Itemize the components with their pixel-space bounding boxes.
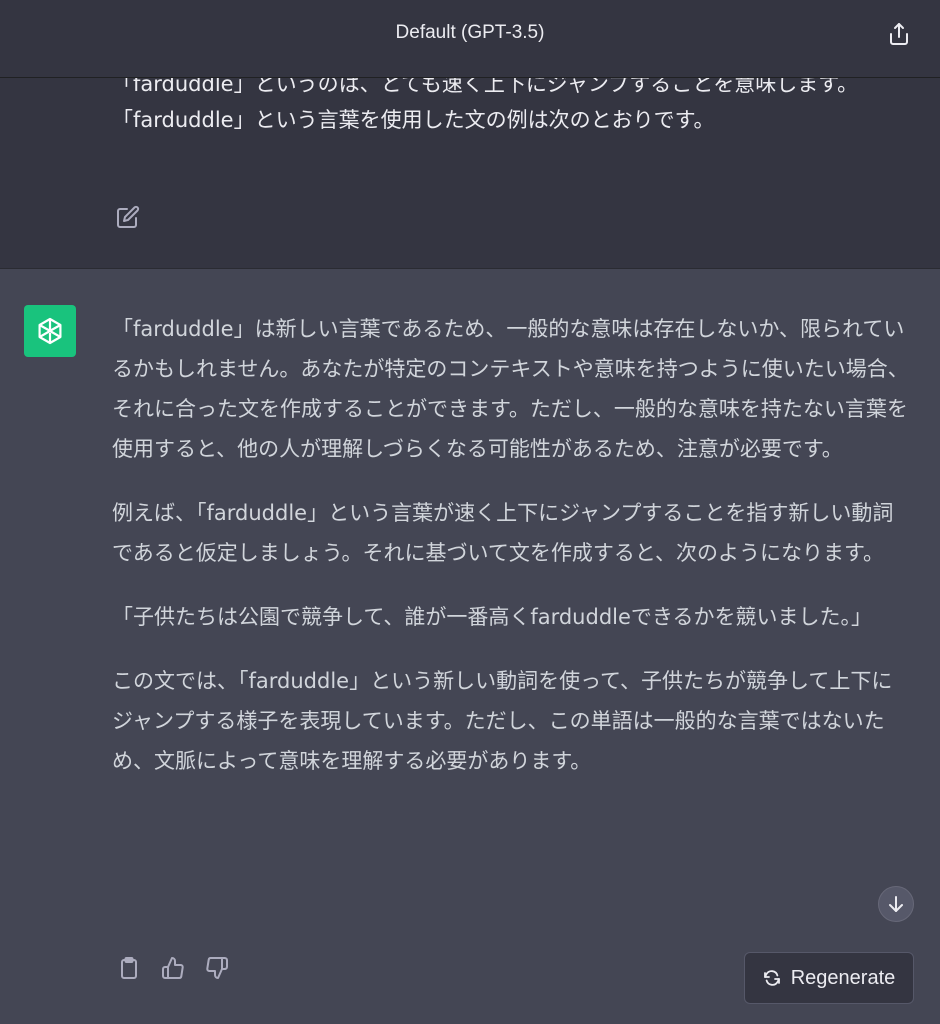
assistant-avatar [24,305,76,357]
user-message-text: 「farduddle」というのは、とても速く上下にジャンプすることを意味します。… [112,78,902,138]
regenerate-label: Regenerate [790,966,896,989]
user-message: 「farduddle」というのは、とても速く上下にジャンプすることを意味します。… [0,78,940,269]
assistant-paragraph: 「farduddle」は新しい言葉であるため、一般的な意味は存在しないか、限られ… [112,317,909,461]
edit-button[interactable] [116,205,140,229]
share-button[interactable] [884,19,914,49]
regenerate-button[interactable]: Regenerate [744,952,914,1004]
user-message-line: 「farduddle」というのは、とても速く上下にジャンプすることを意味します。 [112,78,859,96]
thumbs-up-button[interactable] [160,955,186,981]
thumbs-down-button[interactable] [204,955,230,981]
copy-icon [121,957,137,979]
assistant-paragraph: 例えば、「farduddle」という言葉が速く上下にジャンプすることを指す新しい… [112,501,894,565]
copy-button[interactable] [116,955,142,981]
edit-icon [117,205,140,228]
user-message-line: 「farduddle」という言葉を使用した文の例は次のとおりです。 [112,108,715,132]
openai-logo-icon [38,317,62,345]
scroll-to-bottom-button[interactable] [878,886,914,922]
chat-app: Default (GPT-3.5) 「farduddle」というのは、とても速く… [0,0,940,1024]
share-icon [890,23,908,45]
assistant-message-text: 「farduddle」は新しい言葉であるため、一般的な意味は存在しないか、限られ… [112,309,912,805]
assistant-paragraph: この文では、「farduddle」という新しい動詞を使って、子供たちが競争して上… [112,669,893,773]
thumbs-up-icon [162,957,184,979]
model-title[interactable]: Default (GPT-3.5) [0,22,940,44]
message-actions [116,955,230,981]
assistant-paragraph: 「子供たちは公園で競争して、誰が一番高くfarduddleできるかを競いました。… [112,605,872,629]
arrow-down-icon [889,896,903,912]
top-bar: Default (GPT-3.5) [0,0,940,78]
refresh-icon [763,970,780,986]
thumbs-down-icon [206,957,228,979]
assistant-message: 「farduddle」は新しい言葉であるため、一般的な意味は存在しないか、限られ… [0,269,940,1024]
